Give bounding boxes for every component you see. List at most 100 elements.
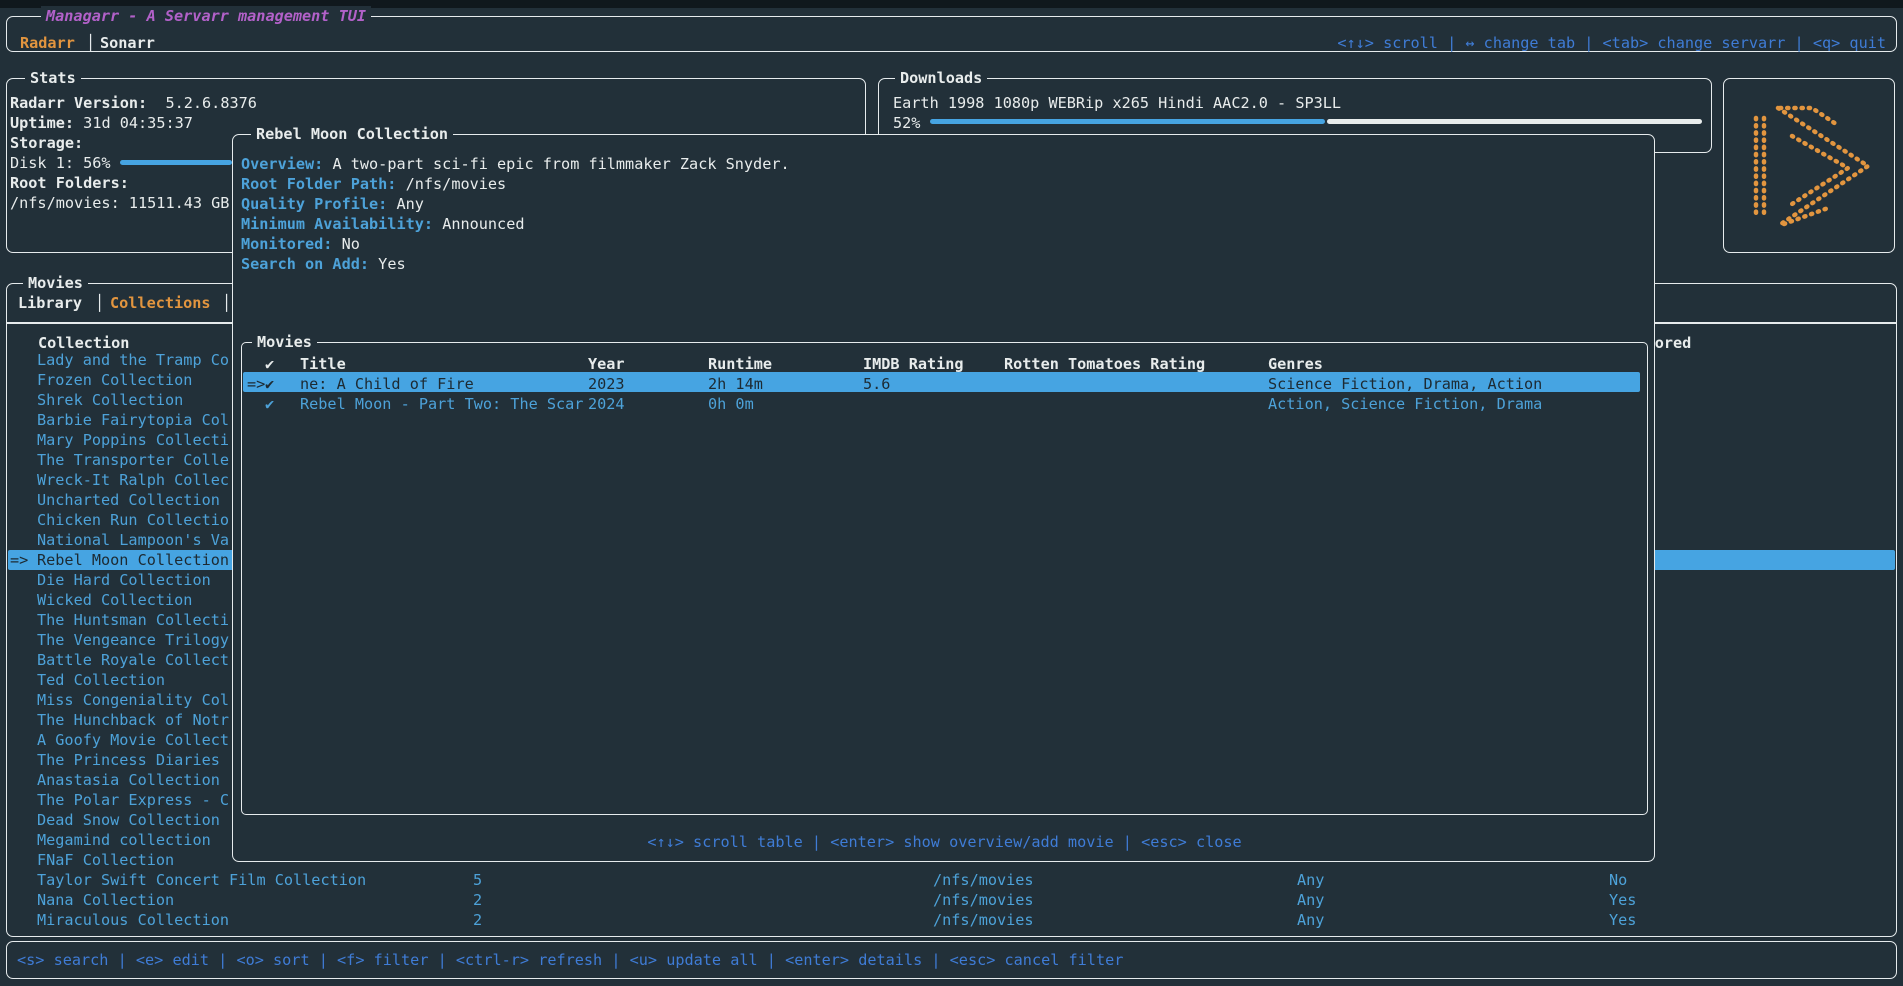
tab-sonarr[interactable]: Sonarr [100,33,155,53]
storage-label: Storage: [10,133,83,153]
movie-runtime: 0h 0m [708,394,754,414]
movie-title: Rebel Moon - Part Two: The Scar [300,394,583,414]
modal-field-search-on-add: Search on Add: Yes [241,254,406,274]
download-progress-bar-rest [1327,119,1702,124]
collection-quality-profile: Any [1297,870,1324,890]
collection-name: The Huntsman Collecti [37,610,229,630]
modal-field-min-availability: Minimum Availability: Announced [241,214,524,234]
stats-title: Stats [25,68,81,88]
collection-monitored: Yes [1609,890,1636,910]
modal-table-header-row: ✔ Title Year Runtime IMDB Rating Rotten Tomat… [233,354,1640,374]
collection-details-modal: Rebel Moon Collection Overview: A two-pa… [232,134,1655,862]
modal-table-header-runtime: Runtime [708,354,772,374]
tab-radarr[interactable]: Radarr [20,33,75,53]
bottom-help-bar: <s> search | <e> edit | <o> sort | <f> f… [6,941,1897,979]
collection-name: Taylor Swift Concert Film Collection [37,870,366,890]
collection-name: Dead Snow Collection [37,810,220,830]
collection-root-folder: /nfs/movies [933,890,1034,910]
collection-name: The Hunchback of Notr [37,710,229,730]
movie-genres: Action, Science Fiction, Drama [1268,394,1542,414]
uptime-line: Uptime: 31d 04:35:37 [10,113,193,133]
movie-year: 2023 [588,374,625,394]
download-progress-bar-filled [930,119,1325,124]
collection-name: Wicked Collection [37,590,192,610]
modal-field-quality-profile: Quality Profile: Any [241,194,424,214]
collection-row[interactable]: Miraculous Collection 2/nfs/movies Any Yes [8,910,1895,930]
movie-year: 2024 [588,394,625,414]
modal-field-root-folder: Root Folder Path: /nfs/movies [241,174,506,194]
collection-name: Chicken Run Collectio [37,510,229,530]
movies-tab-separator-1: │ [95,293,104,313]
collection-name: Die Hard Collection [37,570,211,590]
modal-footer-help: <↑↓> scroll table | <enter> show overvie… [233,832,1656,852]
collection-name: Uncharted Collection [37,490,220,510]
collection-name: Shrek Collection [37,390,183,410]
collection-name: Barbie Fairytopia Col [37,410,229,430]
tab-collections[interactable]: Collections [110,293,211,313]
selected-row-marker: => [10,550,28,570]
logo-panel [1723,78,1895,253]
modal-title: Rebel Moon Collection [251,124,453,144]
modal-table-header-title: Title [300,354,346,374]
top-help-text: <↑↓> scroll | ↔ change tab | <tab> chang… [1337,33,1886,53]
modal-field-overview: Overview: A two-part sci-fi epic from fi… [241,154,790,174]
disk-usage-bar [120,160,232,165]
movie-check: ✔ [265,394,274,414]
movie-check: ✔ [265,374,274,394]
bottom-help-text: <s> search | <e> edit | <o> sort | <f> f… [17,950,1123,970]
download-item-name: Earth 1998 1080p WEBRip x265 Hindi AAC2.… [893,93,1341,113]
movies-tab-separator-2: │ [222,293,231,313]
app-title: Managarr - A Servarr management TUI [41,6,371,26]
collection-monitored: No [1609,870,1627,890]
collection-name: Mary Poppins Collecti [37,430,229,450]
collection-quality-profile: Any [1297,910,1324,930]
collection-name: Frozen Collection [37,370,192,390]
modal-table-header-year: Year [588,354,625,374]
servarr-tab-separator: │ [86,33,95,53]
managarr-logo-icon [1740,96,1880,236]
collection-name: Miraculous Collection [37,910,229,930]
collection-name: The Transporter Colle [37,450,229,470]
download-percent: 52% [893,113,920,133]
movie-imdb: 5.6 [863,374,890,394]
collection-name: Nana Collection [37,890,174,910]
tab-library[interactable]: Library [18,293,82,313]
modal-table-header-check: ✔ [265,354,274,374]
collection-name: The Vengeance Trilogy [37,630,229,650]
collection-name: Miss Congeniality Col [37,690,229,710]
movie-genres: Science Fiction, Drama, Action [1268,374,1542,394]
modal-table-header-rt: Rotten Tomatoes Rating [1004,354,1205,374]
collection-row[interactable]: Nana Collection 2/nfs/movies Any Yes [8,890,1895,910]
collection-row[interactable]: Taylor Swift Concert Film Collection 5/nf… [8,870,1895,890]
collection-name: Wreck-It Ralph Collec [37,470,229,490]
collection-root-folder: /nfs/movies [933,870,1034,890]
root-folder-line: /nfs/movies: 11511.43 GB [10,193,229,213]
collection-name: Anastasia Collection [37,770,220,790]
modal-field-monitored: Monitored: No [241,234,360,254]
collection-monitored: Yes [1609,910,1636,930]
modal-table-header-imdb: IMDB Rating [863,354,964,374]
collection-movie-count: 2 [473,890,482,910]
downloads-title: Downloads [895,68,987,88]
collection-movie-count: 5 [473,870,482,890]
collection-name: The Princess Diaries [37,750,220,770]
collection-movie-count: 2 [473,910,482,930]
movie-title: ne: A Child of Fire [300,374,474,394]
modal-table-header-genres: Genres [1268,354,1323,374]
collection-name: The Polar Express - C [37,790,229,810]
modal-movies-table-title: Movies [252,332,317,352]
modal-movie-row[interactable]: =>✔ne: A Child of Fire20232h 14m5.6Scien… [233,374,1640,394]
collection-name: National Lampoon's Va [37,530,229,550]
collection-name: Lady and the Tramp Co [37,350,229,370]
collection-root-folder: /nfs/movies [933,910,1034,930]
collection-name: Megamind collection [37,830,211,850]
collection-quality-profile: Any [1297,890,1324,910]
movies-panel-title: Movies [23,273,88,293]
modal-movie-row[interactable]: ✔ Rebel Moon - Part Two: The Scar2024 0h 0… [233,394,1640,414]
collection-name: Ted Collection [37,670,165,690]
disk-usage-line: Disk 1: 56% [10,153,111,173]
radarr-version-line: Radarr Version: 5.2.6.8376 [10,93,257,113]
root-folders-label: Root Folders: [10,173,129,193]
collection-name: Rebel Moon Collection [37,550,229,570]
selected-row-marker: => [247,374,265,394]
